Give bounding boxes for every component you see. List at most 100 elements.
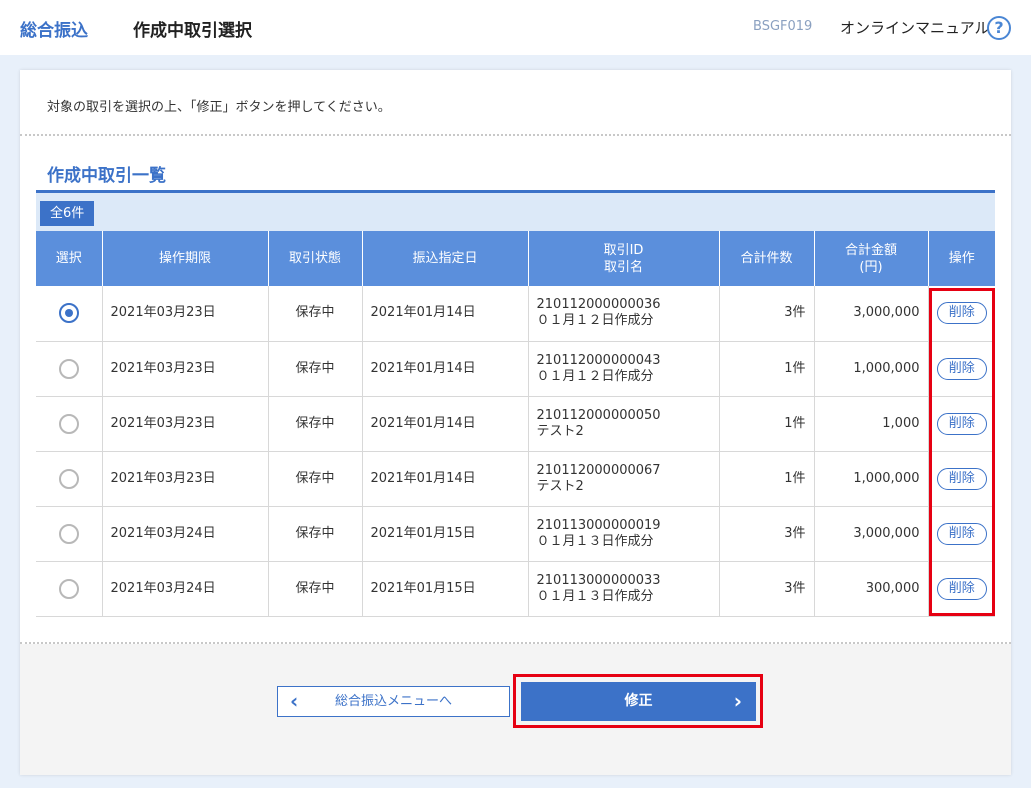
id-name-cell: 210113000000033 ０１月１３日作成分 [528,561,720,617]
header-name: 取引名 [603,259,643,275]
online-manual-link[interactable]: オンラインマニュアル [840,17,990,38]
chevron-right-icon: › [733,689,742,713]
modify-button[interactable]: 修正 › [521,682,756,721]
back-button-label: 総合振込メニューへ [334,694,452,709]
amount-cell: 300,000 [814,561,929,617]
select-radio[interactable] [58,523,79,544]
button-area: ‹ 総合振込メニューへ 修正 › [20,644,1011,775]
modify-button-label: 修正 [624,693,653,709]
amount-cell: 3,000,000 [814,506,929,562]
back-to-menu-button[interactable]: ‹ 総合振込メニューへ [277,686,510,717]
status-cell: 保存中 [268,286,363,342]
status-cell: 保存中 [268,561,363,617]
amount-cell: 1,000 [814,396,929,452]
top-bar: 総合振込 作成中取引選択 BSGF019 オンラインマニュアル ? [0,0,1031,55]
header-id: 取引ID [603,242,644,258]
header-ops: 操作 [928,231,995,286]
section-title: 作成中取引一覧 [47,166,166,186]
divider [20,134,1011,136]
header-count: 合計件数 [719,231,815,286]
transaction-name: ０１月１３日作成分 [536,588,654,604]
page-title: 作成中取引選択 [133,21,252,41]
table-row: 2021年03月23日 保存中 2021年01月14日 210112000000043… [36,341,995,397]
deadline-cell: 2021年03月23日 [102,451,269,507]
table-row: 2021年03月23日 保存中 2021年01月14日 210112000000036… [36,286,995,342]
id-name-cell: 210113000000019 ０１月１３日作成分 [528,506,720,562]
status-cell: 保存中 [268,341,363,397]
header-transfer-date: 振込指定日 [362,231,529,286]
select-radio[interactable] [58,468,79,489]
breadcrumb: 総合振込 [20,21,88,41]
status-cell: 保存中 [268,506,363,562]
header-select: 選択 [36,231,103,286]
transactions-table: 選択 操作期限 取引状態 振込指定日 取引ID 取引名 合計件数 合計金額 (円… [36,231,995,617]
transaction-id: 210113000000033 [536,572,661,588]
transfer-date-cell: 2021年01月15日 [362,506,529,562]
select-radio[interactable] [58,358,79,379]
id-name-cell: 210112000000067 テスト2 [528,451,720,507]
header-amount-label: 合計金額 [844,242,897,258]
select-cell [36,451,103,507]
id-name-cell: 210112000000043 ０１月１２日作成分 [528,341,720,397]
transaction-id: 210112000000043 [536,352,661,368]
table-row: 2021年03月23日 保存中 2021年01月14日 210112000000050… [36,396,995,452]
transaction-id: 210112000000036 [536,297,661,313]
transaction-name: ０１月１３日作成分 [536,533,654,549]
transfer-date-cell: 2021年01月15日 [362,561,529,617]
select-cell [36,561,103,617]
table-header-row: 選択 操作期限 取引状態 振込指定日 取引ID 取引名 合計件数 合計金額 (円… [36,231,995,286]
transaction-id: 210112000000050 [536,407,661,423]
transfer-date-cell: 2021年01月14日 [362,396,529,452]
select-cell [36,506,103,562]
count-cell: 3件 [719,561,815,617]
select-radio[interactable] [58,303,79,324]
count-cell: 1件 [719,451,815,507]
header-amount-unit: (円) [859,259,883,275]
table-row: 2021年03月24日 保存中 2021年01月15日 210113000000033… [36,561,995,617]
select-cell [36,341,103,397]
transaction-name: テスト2 [536,423,584,439]
chevron-left-icon: ‹ [290,689,299,713]
deadline-cell: 2021年03月23日 [102,286,269,342]
delete-column-highlight [929,288,995,616]
transaction-id: 210112000000067 [536,462,661,478]
amount-cell: 1,000,000 [814,451,929,507]
count-cell: 1件 [719,396,815,452]
transfer-date-cell: 2021年01月14日 [362,451,529,507]
status-cell: 保存中 [268,451,363,507]
deadline-cell: 2021年03月23日 [102,396,269,452]
transaction-name: ０１月１２日作成分 [536,313,654,329]
screen-id: BSGF019 [753,19,813,34]
count-badge: 全6件 [40,201,95,226]
status-cell: 保存中 [268,396,363,452]
instruction-text: 対象の取引を選択の上、「修正」ボタンを押してください。 [47,100,391,115]
deadline-cell: 2021年03月23日 [102,341,269,397]
amount-cell: 3,000,000 [814,286,929,342]
help-icon[interactable]: ? [987,16,1011,40]
select-radio[interactable] [58,413,79,434]
select-cell [36,286,103,342]
transaction-id: 210113000000019 [536,517,661,533]
id-name-cell: 210112000000050 テスト2 [528,396,720,452]
header-deadline: 操作期限 [102,231,269,286]
deadline-cell: 2021年03月24日 [102,506,269,562]
transaction-name: ０１月１２日作成分 [536,368,654,384]
count-cell: 3件 [719,286,815,342]
select-cell [36,396,103,452]
deadline-cell: 2021年03月24日 [102,561,269,617]
transfer-date-cell: 2021年01月14日 [362,286,529,342]
transfer-date-cell: 2021年01月14日 [362,341,529,397]
header-amount: 合計金額 (円) [814,231,929,286]
main-card: 対象の取引を選択の上、「修正」ボタンを押してください。 作成中取引一覧 全6件 … [20,70,1011,775]
header-id-name: 取引ID 取引名 [528,231,720,286]
table-row: 2021年03月23日 保存中 2021年01月14日 210112000000067… [36,451,995,507]
count-cell: 3件 [719,506,815,562]
id-name-cell: 210112000000036 ０１月１２日作成分 [528,286,720,342]
transaction-name: テスト2 [536,478,584,494]
table-row: 2021年03月24日 保存中 2021年01月15日 210113000000019… [36,506,995,562]
count-cell: 1件 [719,341,815,397]
count-bar: 全6件 [36,193,995,231]
amount-cell: 1,000,000 [814,341,929,397]
select-radio[interactable] [58,578,79,599]
header-status: 取引状態 [268,231,363,286]
